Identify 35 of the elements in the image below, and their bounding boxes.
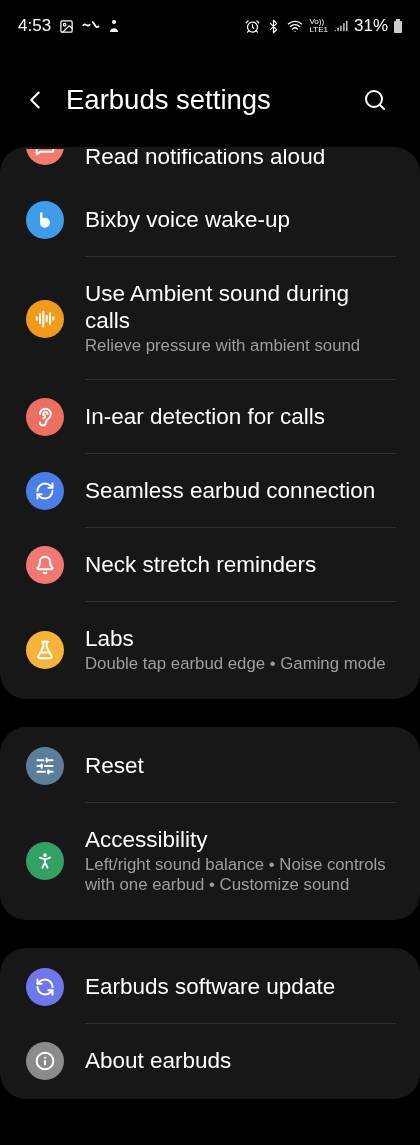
setting-title: Use Ambient sound during calls xyxy=(85,280,350,334)
network-label: Vo)) xyxy=(309,18,325,26)
battery-icon xyxy=(394,19,402,33)
settings-item[interactable]: Reset xyxy=(0,729,420,803)
setting-title: Neck stretch reminders xyxy=(85,551,318,578)
signal-icon xyxy=(333,19,348,33)
settings-item[interactable]: Neck stretch reminders xyxy=(0,528,420,602)
network-label: LTE1 xyxy=(309,26,328,34)
clock: 4:53 xyxy=(18,15,52,38)
search-icon xyxy=(363,87,387,112)
settings-item[interactable]: Seamless earbud connection xyxy=(0,454,420,528)
setting-title: About earbuds xyxy=(85,1047,233,1074)
figure-icon xyxy=(108,19,121,33)
setting-description: Relieve pressure with ambient sound xyxy=(85,336,362,356)
alarm-icon xyxy=(245,18,261,34)
settings-item[interactable]: Bixby voice wake-up xyxy=(0,183,420,257)
settings-item[interactable]: Earbuds software update xyxy=(0,950,420,1024)
battery-percent: 31% xyxy=(353,15,388,38)
settings-item[interactable]: Labs Double tap earbud edge • Gaming mode xyxy=(0,602,420,697)
gallery-icon xyxy=(59,18,75,34)
setting-title: Accessibility xyxy=(85,826,209,853)
setting-title: Reset xyxy=(85,752,145,779)
settings-item[interactable]: Accessibility Left/right sound balance • Noise controls with one earbud • Customize sound xyxy=(0,803,420,918)
setting-description: Double tap earbud edge • Gaming mode xyxy=(85,654,387,674)
setting-title: In-ear detection for calls xyxy=(85,403,327,430)
settings-item[interactable]: Use Ambient sound during calls Relieve pressure with ambient sound xyxy=(0,257,420,380)
setting-title: Bixby voice wake-up xyxy=(85,206,292,233)
page-title: Earbuds settings xyxy=(66,82,272,117)
setting-title: Earbuds software update xyxy=(85,973,337,1000)
setting-title: Seamless earbud connection xyxy=(85,477,377,504)
settings-item[interactable]: In-ear detection for calls xyxy=(0,380,420,454)
wifi-icon xyxy=(287,18,304,34)
settings-item[interactable]: About earbuds xyxy=(0,1024,420,1097)
setting-title: Labs xyxy=(85,625,135,652)
setting-description: Left/right sound balance • Noise controls with one earbud • Customize sound xyxy=(85,855,387,895)
